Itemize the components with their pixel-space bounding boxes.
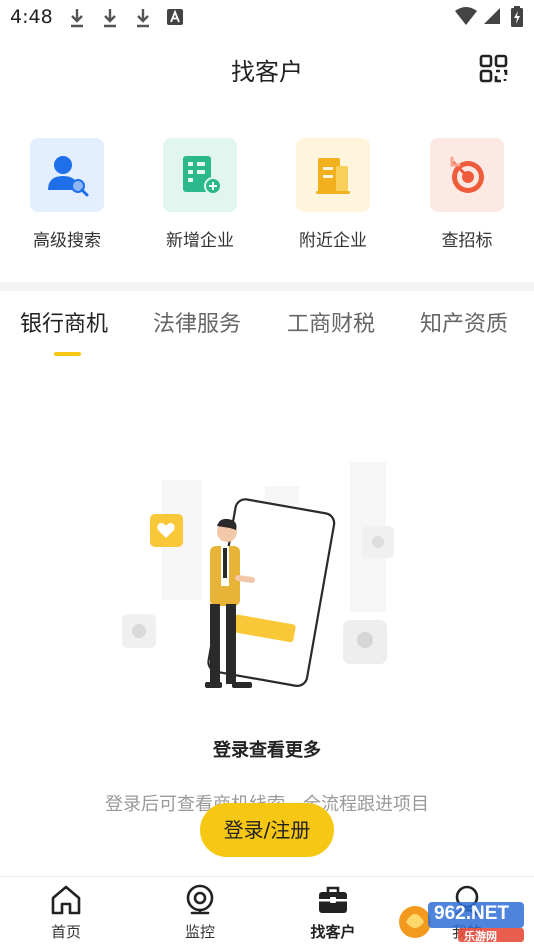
quick-action-nearby-company[interactable]: 附近企业 [278, 138, 388, 251]
download-icon [104, 9, 116, 28]
section-divider [0, 282, 534, 291]
nav-home[interactable]: 首页 [21, 883, 111, 942]
home-icon [51, 885, 81, 915]
quick-icon-bg [30, 138, 104, 212]
header: 找客户 [0, 36, 534, 106]
nav-label: 监控 [184, 923, 215, 941]
quick-icon-bg [296, 138, 370, 212]
camera-monitor-icon [186, 884, 214, 915]
nav-label: 找客户 [310, 923, 356, 941]
nearby-building-icon [316, 158, 350, 194]
battery-icon [511, 6, 523, 27]
quick-action-label: 高级搜索 [33, 231, 101, 251]
quick-action-label: 附近企业 [299, 231, 367, 251]
tab-bank-opportunities[interactable]: 银行商机 [20, 306, 108, 338]
wifi-icon [455, 7, 477, 25]
quick-action-label: 新增企业 [166, 231, 234, 251]
quick-action-label: 查招标 [441, 231, 493, 251]
login-register-button[interactable]: 登录/注册 [200, 803, 334, 857]
empty-state-title: 登录查看更多 [213, 740, 321, 761]
tab-legal-services[interactable]: 法律服务 [153, 306, 241, 338]
page-title: 找客户 [231, 58, 303, 86]
status-time: 4:48 [10, 6, 53, 28]
quick-action-new-company[interactable]: 新增企业 [145, 138, 255, 251]
signal-icon [484, 8, 500, 24]
grid-apps-icon[interactable] [478, 53, 510, 85]
nav-monitor[interactable]: 监控 [155, 883, 245, 942]
quick-action-check-tender[interactable]: 查招标 [412, 138, 522, 251]
quick-icon-bg [430, 138, 504, 212]
a-notification-icon [167, 9, 183, 25]
nav-label: 首页 [50, 923, 81, 941]
login-illustration [122, 462, 394, 688]
status-bar: 4:48 [0, 0, 534, 36]
target-icon [450, 156, 484, 193]
nav-find-customers[interactable]: 找客户 [288, 883, 378, 942]
download-icon [71, 9, 83, 28]
quick-action-advanced-search[interactable]: 高级搜索 [12, 138, 122, 251]
watermark-logo: 962.NET 乐游网 [398, 898, 528, 944]
quick-actions: 高级搜索 新增企业 附近企业 查招标 [0, 138, 534, 258]
user-search-icon [48, 156, 89, 197]
tab-business-tax[interactable]: 工商财税 [287, 306, 375, 338]
tab-ip-qualification[interactable]: 知产资质 [420, 306, 508, 338]
watermark-brand: 962.NET [434, 903, 509, 924]
new-company-icon [183, 156, 222, 195]
download-icon [137, 9, 149, 28]
quick-icon-bg [163, 138, 237, 212]
watermark-subtitle: 乐游网 [464, 931, 497, 943]
briefcase-icon [319, 886, 347, 913]
active-tab-indicator [54, 352, 81, 356]
